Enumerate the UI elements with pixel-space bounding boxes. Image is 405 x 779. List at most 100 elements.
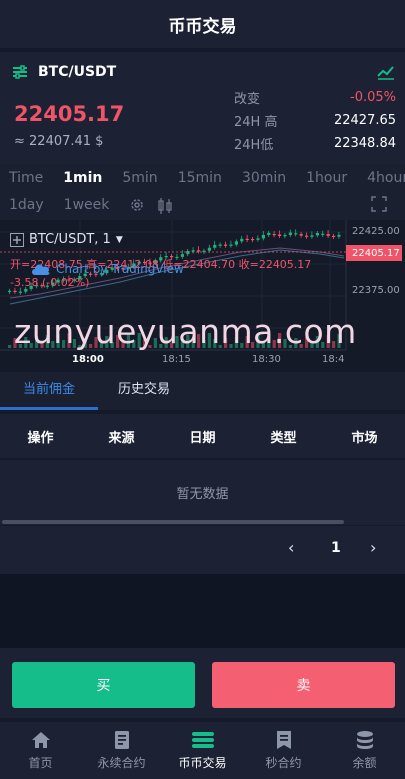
next-page-icon[interactable]: › [370, 538, 376, 557]
candle [191, 250, 195, 252]
timeframe-time[interactable]: Time [9, 170, 43, 186]
column-type: 类型 [270, 430, 297, 446]
column-date: 日期 [189, 430, 216, 446]
timeframe-row-2: 1day 1week [9, 197, 173, 215]
timeframe-1hour[interactable]: 1hour [306, 170, 347, 186]
candle [272, 234, 276, 236]
timeframe-4hour[interactable]: 4hour [367, 170, 405, 186]
candle [18, 291, 22, 293]
nav-item-spot[interactable]: 币币交易 [162, 722, 243, 779]
timeframe-30min[interactable]: 30min [242, 170, 286, 186]
table-scrollbar-thumb[interactable] [2, 520, 344, 524]
fiat-price: ≈ 22407.41 $ [14, 134, 104, 149]
cloud-icon [32, 264, 50, 275]
candle [315, 232, 319, 236]
candle [261, 234, 265, 239]
stat-change: 改变 -0.05% [234, 90, 396, 107]
page-title: 币币交易 [168, 16, 237, 37]
tab-current-orders[interactable]: 当前佣金 [0, 372, 98, 410]
settings-gear-icon[interactable] [129, 197, 145, 213]
contract-icon [114, 731, 129, 749]
last-price: 22405.17 [14, 102, 125, 126]
change-line: -3.58 (-0.02%) [10, 276, 90, 289]
trade-actions: 买 卖 [0, 648, 405, 718]
time-tick-label: 18:30 [252, 354, 281, 365]
timeframe-1week[interactable]: 1week [64, 197, 110, 215]
timeframe-bar: Time 1min 5min 15min 30min 1hour 4hour 1… [0, 164, 405, 220]
chart-symbol: BTC/USDT, 1 [29, 232, 111, 247]
buy-button[interactable]: 买 [12, 662, 195, 708]
candle [332, 235, 336, 238]
chart-toggle-icon[interactable] [377, 64, 395, 80]
candle [288, 232, 292, 235]
pagination: ‹ 1 › [0, 526, 405, 574]
column-market: 市场 [351, 430, 378, 446]
column-source: 来源 [108, 430, 135, 446]
orders-table-header: 操作 来源 日期 类型 市场 [0, 414, 405, 458]
candle [197, 250, 201, 252]
content-spacer [0, 574, 405, 648]
timeframe-1day[interactable]: 1day [9, 197, 44, 215]
nav-item-home[interactable]: 首页 [0, 722, 81, 779]
home-icon [31, 732, 50, 748]
page-header: 币币交易 [0, 0, 405, 48]
candle [8, 290, 12, 292]
timeframe-row-1: Time 1min 5min 15min 30min 1hour 4hour [9, 170, 405, 186]
site-watermark: zunyueyuanma.com [14, 312, 357, 351]
chevron-down-icon[interactable]: ▼ [116, 235, 123, 245]
stat-low: 24H低 22348.84 [234, 136, 396, 153]
candle [337, 234, 341, 237]
time-tick-label: 18:15 [162, 354, 191, 365]
nav-item-balance[interactable]: 余额 [324, 722, 405, 779]
candle [24, 288, 28, 292]
tab-order-history[interactable]: 历史交易 [118, 372, 170, 410]
timeframe-15min[interactable]: 15min [178, 170, 222, 186]
bottom-nav: 首页 永续合约 币币交易 秒合约 余额 [0, 722, 405, 779]
candle [251, 238, 255, 241]
price-tick-label: 22425.00 [352, 226, 400, 237]
tradingview-watermark: Chart by TradingView [30, 262, 184, 276]
collapse-legend-icon[interactable] [10, 232, 24, 247]
candle [224, 244, 228, 246]
column-action: 操作 [27, 430, 54, 446]
candle [310, 235, 314, 237]
timeframe-1min[interactable]: 1min [63, 170, 102, 186]
candle [278, 234, 282, 236]
pair-selector[interactable]: BTC/USDT [12, 64, 116, 80]
prev-page-icon[interactable]: ‹ [288, 538, 294, 557]
filter-icon[interactable] [12, 65, 28, 79]
candle [321, 233, 325, 235]
candle [299, 234, 303, 236]
candle [234, 241, 238, 245]
empty-state: 暂无数据 [0, 460, 405, 524]
candle [256, 238, 260, 240]
pair-name: BTC/USDT [38, 64, 117, 80]
candle [294, 233, 298, 235]
candle [229, 244, 233, 246]
indicators-icon[interactable] [157, 197, 173, 215]
fullscreen-icon[interactable] [371, 196, 387, 212]
candle [305, 235, 309, 237]
volume-bar [8, 345, 12, 348]
time-tick-label: 18:4 [322, 354, 344, 365]
candle [207, 247, 211, 251]
balance-icon [356, 731, 373, 749]
second-contract-icon [276, 731, 291, 749]
order-tabs: 当前佣金 历史交易 [0, 372, 405, 410]
sell-button[interactable]: 卖 [212, 662, 395, 708]
nav-item-second-contract[interactable]: 秒合约 [243, 722, 324, 779]
price-tick-label: 22375.00 [352, 285, 400, 296]
candle [213, 244, 217, 248]
empty-text: 暂无数据 [176, 486, 229, 502]
spot-icon [191, 732, 214, 748]
timeframe-5min[interactable]: 5min [122, 170, 157, 186]
price-tick-label: 22405.17 [352, 248, 400, 259]
chart-legend[interactable]: BTC/USDT, 1 ▼ [10, 232, 123, 247]
candle [326, 234, 330, 236]
nav-item-perpetual[interactable]: 永续合约 [81, 722, 162, 779]
current-page[interactable]: 1 [331, 540, 341, 556]
time-labels: 18:00 18:15 18:30 18:4 [72, 354, 344, 365]
candle [218, 244, 222, 246]
candle [283, 234, 287, 237]
candle [13, 290, 17, 292]
